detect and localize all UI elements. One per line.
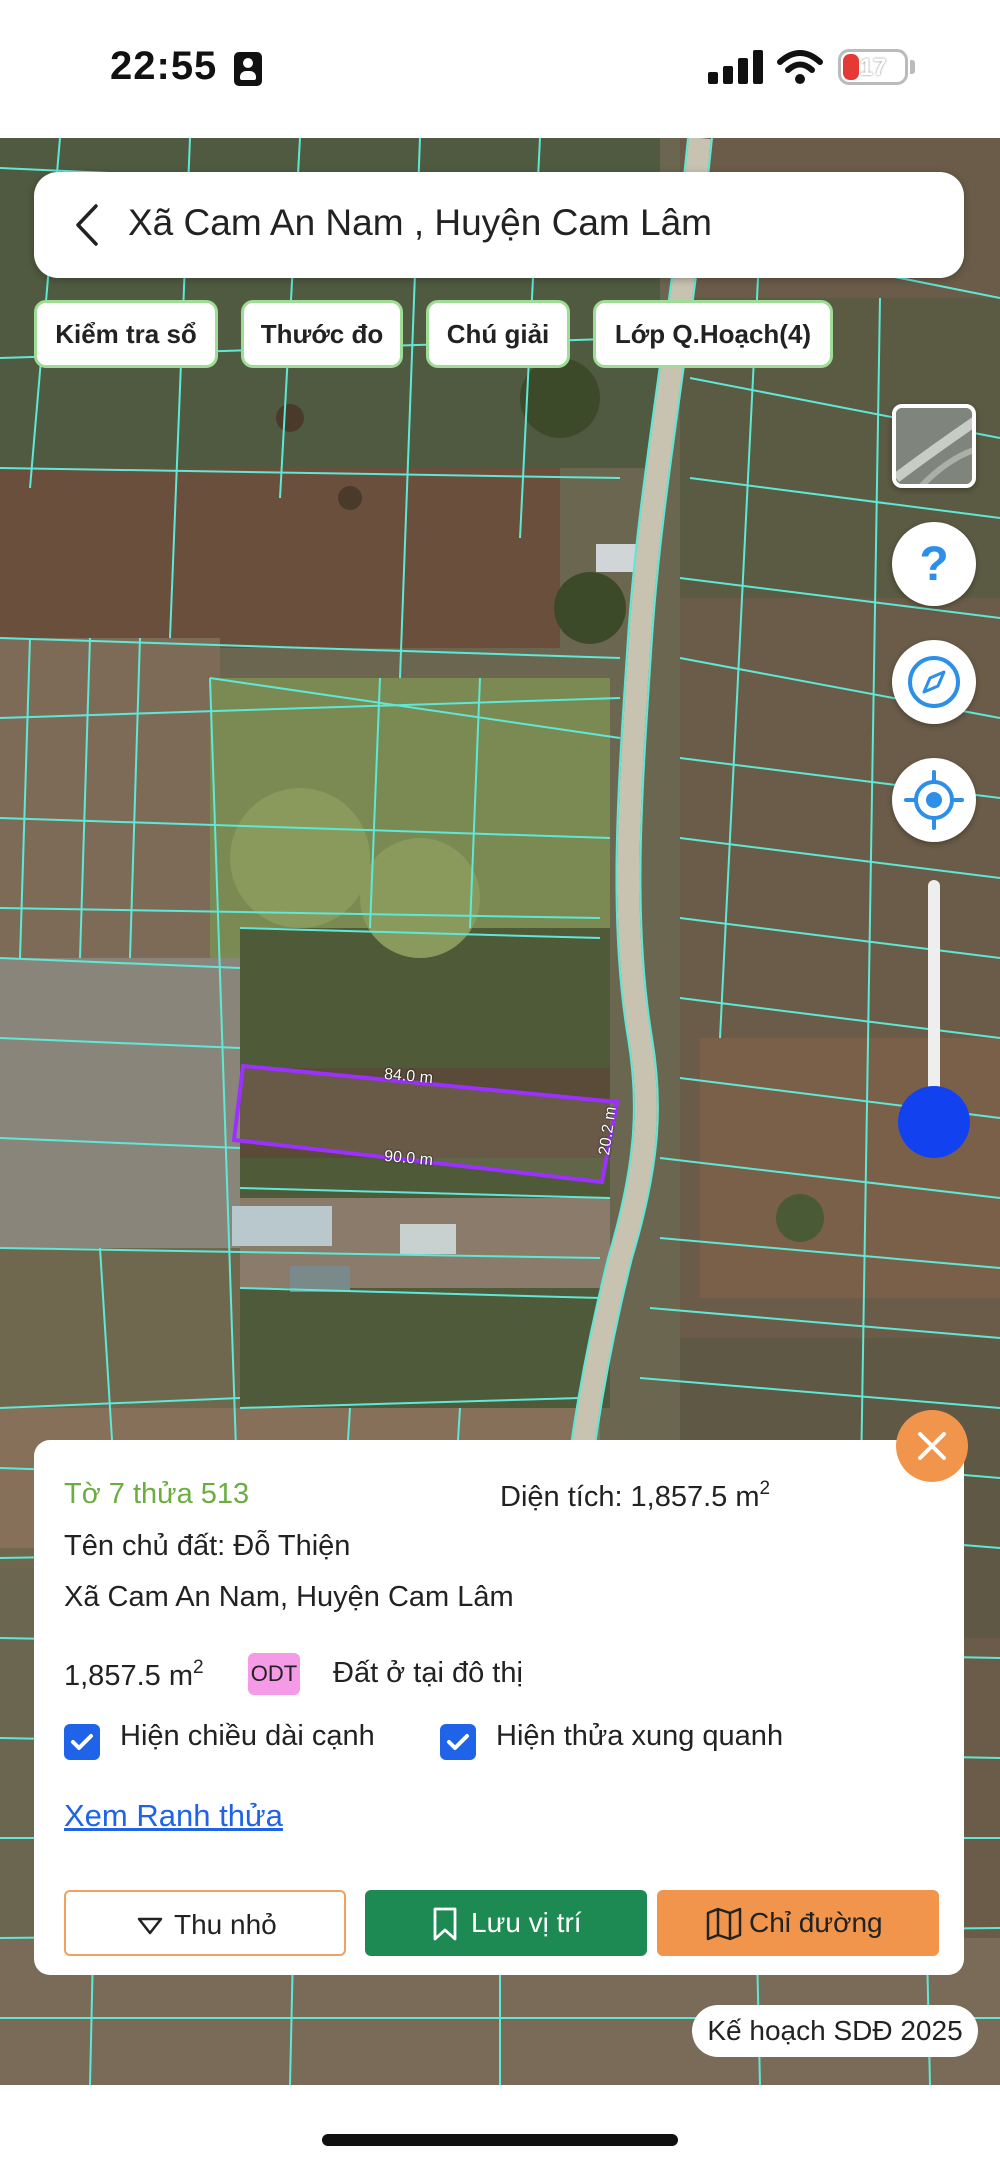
close-panel-button[interactable] [896,1410,968,1482]
collapse-button[interactable]: Thu nhỏ [64,1890,346,1956]
save-location-button[interactable]: Lưu vị trí [365,1890,647,1956]
compass-icon [908,656,960,708]
compass-button[interactable] [892,640,976,724]
battery-icon: 17 [838,49,908,85]
ruler-button[interactable]: Thước đo [241,300,403,368]
area-value: 1,857.5 m2 [64,1657,204,1692]
crosshair-icon [904,770,964,830]
map-icon [706,1907,742,1941]
check-book-button[interactable]: Kiểm tra sổ [34,300,218,368]
area-summary: Diện tích: 1,857.5 m2 [500,1478,771,1513]
land-code-badge: ODT [248,1653,300,1695]
wifi-icon [777,50,823,84]
id-card-icon [234,52,262,86]
legend-button[interactable]: Chú giải [426,300,570,368]
planning-layer-button[interactable]: Lớp Q.Hoạch(4) [593,300,833,368]
status-time: 22:55 [110,44,218,88]
plan-year-badge[interactable]: Kế hoạch SDĐ 2025 [692,2005,978,2057]
location-header[interactable]: Xã Cam An Nam , Huyện Cam Lâm [34,172,964,278]
checkmark-icon [71,1734,93,1750]
show-neighbors-checkbox[interactable] [440,1724,476,1760]
chevron-left-icon[interactable] [64,200,114,250]
collapse-label: Thu nhỏ [174,1909,277,1940]
location-title: Xã Cam An Nam , Huyện Cam Lâm [128,202,712,243]
show-neighbors-label[interactable]: Hiện thửa xung quanh [496,1720,783,1753]
zoom-slider-track[interactable] [928,880,940,1120]
question-icon: ? [919,538,948,591]
help-button[interactable]: ? [892,522,976,606]
locate-button[interactable] [892,758,976,842]
triangle-down-icon [137,1917,163,1935]
bookmark-icon [433,1907,457,1941]
show-edges-label[interactable]: Hiện chiều dài cạnh [120,1720,375,1753]
view-border-link[interactable]: Xem Ranh thửa [64,1798,283,1834]
close-icon [918,1432,946,1460]
show-edges-checkbox[interactable] [64,1724,100,1760]
checkmark-icon [447,1734,469,1750]
home-indicator[interactable] [322,2134,678,2146]
svg-text:?: ? [919,538,948,591]
battery-level: 17 [859,54,887,81]
zoom-slider-thumb[interactable] [898,1086,970,1158]
sheet-parcel-number: Tờ 7 thửa 513 [64,1478,250,1510]
land-type: Đất ở tại đô thị [333,1657,523,1689]
bottom-safe-area [0,2085,1000,2167]
owner-name: Tên chủ đất: Đỗ Thiện [64,1530,351,1562]
map-layer-button[interactable] [892,404,976,488]
battery-tip [910,60,915,74]
status-bar: 22:55 17 [0,0,1000,138]
directions-button[interactable]: Chỉ đường [657,1890,939,1956]
cellular-signal-icon [708,50,764,84]
parcel-address: Xã Cam An Nam, Huyện Cam Lâm [64,1581,514,1613]
directions-label: Chỉ đường [749,1907,883,1938]
satellite-layer-icon [896,408,972,484]
save-location-label: Lưu vị trí [471,1907,582,1938]
